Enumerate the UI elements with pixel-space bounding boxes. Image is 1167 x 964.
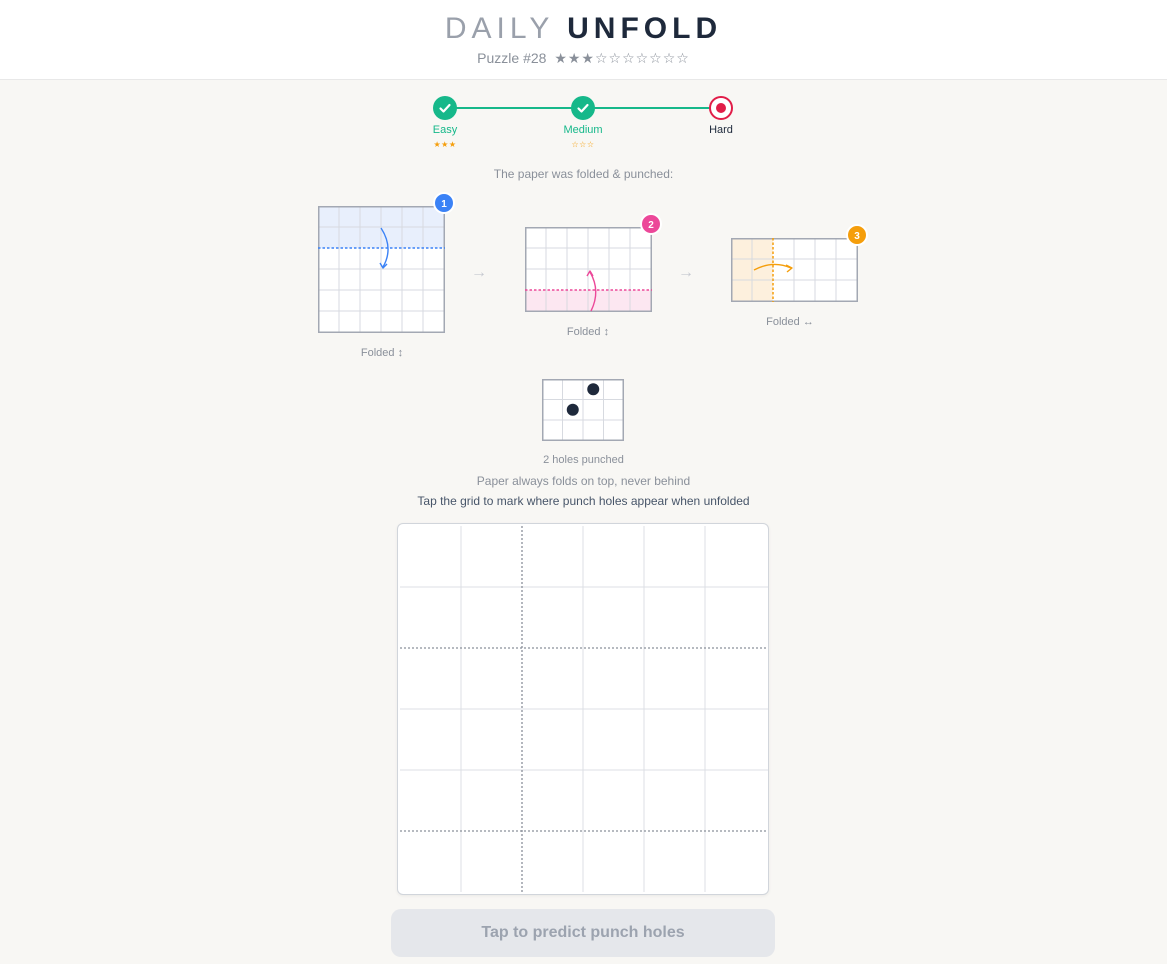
answer-cell[interactable]: [705, 526, 766, 587]
difficulty-stepper: Easy ★★★ Medium ☆☆☆ Hard: [0, 96, 1167, 156]
answer-cell[interactable]: [400, 831, 461, 892]
answer-cell[interactable]: [644, 648, 705, 709]
answer-cell[interactable]: [400, 587, 461, 648]
answer-cell[interactable]: [705, 587, 766, 648]
check-icon: [439, 103, 451, 113]
answer-cell[interactable]: [705, 709, 766, 770]
answer-cell[interactable]: [522, 709, 583, 770]
step-easy-label: Easy: [432, 124, 458, 136]
task-instruction: Tap the grid to mark where punch holes a…: [417, 494, 750, 508]
answer-cell[interactable]: [522, 831, 583, 892]
step-hard-label: Hard: [709, 124, 733, 136]
answer-cell[interactable]: [644, 526, 705, 587]
app-title: DAILY UNFOLD: [0, 12, 1167, 46]
step-medium-node[interactable]: [571, 96, 595, 120]
answer-cell[interactable]: [400, 709, 461, 770]
answer-cell[interactable]: [583, 648, 644, 709]
answer-cell[interactable]: [461, 709, 522, 770]
answer-cell[interactable]: [705, 648, 766, 709]
header: DAILY UNFOLD Puzzle #28 ★★★☆☆☆☆☆☆☆: [0, 0, 1167, 80]
answer-cell[interactable]: [644, 709, 705, 770]
step-easy-stars: ★★★: [433, 140, 457, 149]
step-badge: 2: [640, 213, 662, 235]
answer-cell[interactable]: [644, 831, 705, 892]
fold-caption: Folded ↕: [360, 347, 404, 359]
fold-3-diagram: [731, 238, 858, 302]
arrow-right-icon: →: [471, 264, 487, 281]
arrow-right-icon: →: [678, 264, 694, 281]
answer-cell[interactable]: [705, 770, 766, 831]
step-connector: [456, 107, 572, 109]
fold-2-diagram: [525, 227, 652, 312]
answer-cell[interactable]: [583, 526, 644, 587]
title-daily: DAILY: [444, 12, 554, 45]
answer-cell[interactable]: [522, 587, 583, 648]
fold-caption: Folded ↔: [766, 316, 814, 328]
answer-cell[interactable]: [583, 770, 644, 831]
punch-hole: [566, 403, 579, 416]
answer-cell[interactable]: [705, 831, 766, 892]
answer-cell[interactable]: [583, 709, 644, 770]
puzzle-number: Puzzle #28: [477, 50, 547, 66]
current-dot-icon: [716, 103, 726, 113]
answer-cell[interactable]: [461, 648, 522, 709]
answer-cell[interactable]: [583, 831, 644, 892]
fold-caption: Folded ↕: [566, 326, 610, 338]
answer-cell[interactable]: [400, 526, 461, 587]
answer-cell[interactable]: [461, 587, 522, 648]
title-unfold: UNFOLD: [567, 12, 723, 45]
step-hard-node[interactable]: [709, 96, 733, 120]
answer-cell[interactable]: [583, 587, 644, 648]
check-icon: [577, 103, 589, 113]
answer-cell[interactable]: [522, 770, 583, 831]
rule-text: Paper always folds on top, never behind: [476, 474, 691, 488]
answer-cell[interactable]: [400, 648, 461, 709]
answer-cell[interactable]: [461, 526, 522, 587]
answer-cell[interactable]: [522, 648, 583, 709]
answer-cell[interactable]: [461, 831, 522, 892]
punched-paper: [542, 379, 624, 441]
answer-cell[interactable]: [644, 587, 705, 648]
step-badge: 1: [433, 192, 455, 214]
punch-hole: [587, 383, 600, 396]
step-connector: [594, 107, 710, 109]
answer-cell[interactable]: [644, 770, 705, 831]
answer-grid[interactable]: [397, 523, 769, 895]
difficulty-stars: ★★★☆☆☆☆☆☆☆: [554, 50, 690, 66]
puzzle-subtitle: Puzzle #28 ★★★☆☆☆☆☆☆☆: [0, 49, 1167, 67]
intro-text: The paper was folded & punched:: [493, 167, 674, 181]
holes-caption: 2 holes punched: [543, 454, 624, 466]
step-badge: 3: [846, 224, 868, 246]
predict-button[interactable]: Tap to predict punch holes: [391, 909, 775, 957]
step-easy-node[interactable]: [433, 96, 457, 120]
answer-cell[interactable]: [461, 770, 522, 831]
fold-1-diagram: [318, 206, 445, 333]
answer-cell[interactable]: [400, 770, 461, 831]
answer-cell[interactable]: [522, 526, 583, 587]
step-medium-stars: ☆☆☆: [571, 140, 595, 149]
step-medium-label: Medium: [563, 124, 603, 136]
